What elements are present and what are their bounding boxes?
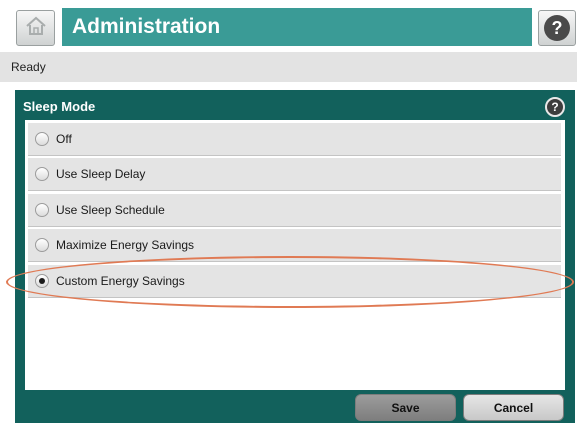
option-label: Maximize Energy Savings	[56, 238, 195, 252]
cancel-button[interactable]: Cancel	[463, 394, 564, 421]
option-maximize-energy-savings[interactable]: Maximize Energy Savings	[28, 229, 561, 262]
help-icon: ?	[544, 15, 570, 41]
option-custom-energy-savings[interactable]: Custom Energy Savings	[28, 265, 561, 298]
option-label: Off	[56, 132, 72, 146]
options-list: Off Use Sleep Delay Use Sleep Schedule M…	[25, 120, 565, 390]
option-label: Use Sleep Delay	[56, 167, 146, 181]
home-button[interactable]	[16, 10, 55, 46]
panel-title-bar: Sleep Mode ?	[15, 96, 575, 118]
radio-button-selected[interactable]	[35, 274, 49, 288]
option-use-sleep-schedule[interactable]: Use Sleep Schedule	[28, 194, 561, 227]
home-icon	[25, 16, 47, 41]
save-button[interactable]: Save	[355, 394, 456, 421]
help-button[interactable]: ?	[538, 10, 576, 46]
radio-dot	[39, 278, 45, 284]
header: Administration ?	[0, 0, 577, 46]
radio-button[interactable]	[35, 238, 49, 252]
radio-button[interactable]	[35, 132, 49, 146]
panel-title: Sleep Mode	[23, 99, 96, 114]
panel-help-icon[interactable]: ?	[545, 97, 565, 117]
option-use-sleep-delay[interactable]: Use Sleep Delay	[28, 158, 561, 191]
status-bar: Ready	[0, 52, 577, 82]
status-text: Ready	[11, 60, 46, 74]
radio-button[interactable]	[35, 203, 49, 217]
option-off[interactable]: Off	[28, 123, 561, 156]
option-label: Use Sleep Schedule	[56, 203, 165, 217]
page-title: Administration	[72, 15, 221, 38]
option-label: Custom Energy Savings	[56, 274, 185, 288]
sleep-mode-panel: Sleep Mode ? Off Use Sleep Delay Use Sle…	[15, 90, 575, 423]
radio-button[interactable]	[35, 167, 49, 181]
title-bar: Administration	[62, 8, 532, 46]
